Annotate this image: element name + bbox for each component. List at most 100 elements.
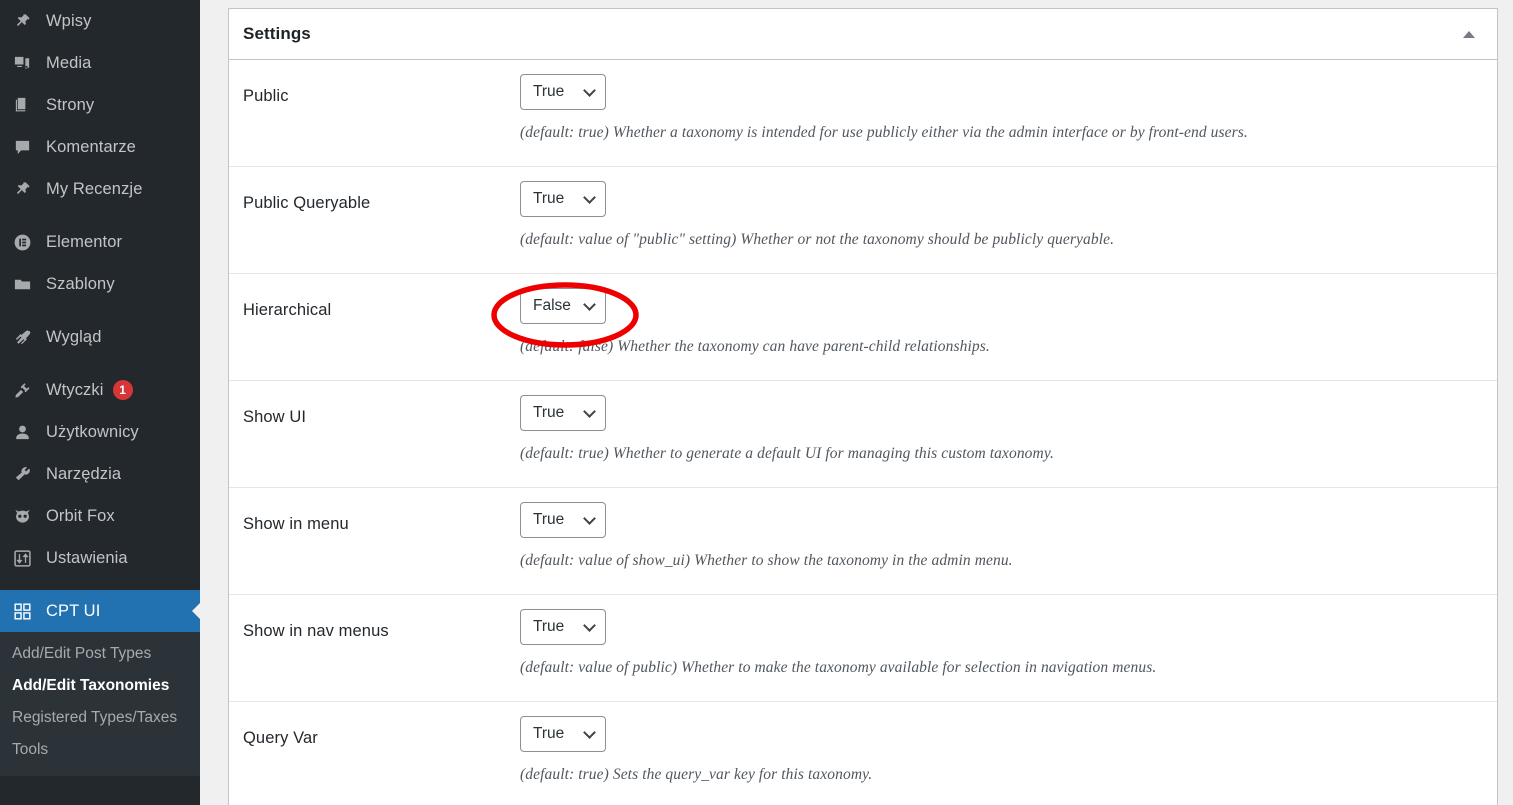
menu-separator [0,358,200,369]
select-show-in-nav-menus[interactable]: TrueFalse [520,609,606,645]
cptui-submenu: Add/Edit Post Types Add/Edit Taxonomies Re… [0,632,200,776]
sidebar-item-media[interactable]: Media [0,42,200,84]
pin-icon [10,177,34,201]
folder-icon [10,272,34,296]
sidebar-item-elementor[interactable]: Elementor [0,221,200,263]
sidebar-item-komentarze[interactable]: Komentarze [0,126,200,168]
select-public[interactable]: TrueFalse [520,74,606,110]
brush-icon [10,325,34,349]
sidebar-item-narz-dzia[interactable]: Narzędzia [0,453,200,495]
field-control-query-var: TrueFalse (default: true) Sets the query_… [520,702,1483,805]
update-count-badge: 1 [112,380,133,400]
field-row-hierarchical: Hierarchical TrueFalse (default: false) Wh… [229,274,1497,380]
sidebar-item-cpt-ui[interactable]: CPT UI [0,590,200,632]
sidebar-item-wygl-d[interactable]: Wygląd [0,316,200,358]
select-hierarchical[interactable]: TrueFalse [520,288,606,324]
active-pointer [192,602,200,620]
media-icon [10,51,34,75]
select-wrapper-show-in-nav-menus: TrueFalse [520,609,606,645]
sidebar-item-strony[interactable]: Strony [0,84,200,126]
sidebar-item-label: Wpisy [46,11,92,30]
sidebar-item-label: Szablony [46,274,115,293]
field-row-public-queryable: Public Queryable TrueFalse (default: value… [229,167,1497,273]
elementor-icon [10,230,34,254]
field-row-show-ui: Show UI TrueFalse (default: true) Whether … [229,381,1497,487]
sidebar-item-label: Ustawienia [46,548,128,567]
field-description-public-queryable: (default: value of "public" setting) Whe… [520,231,1115,248]
sidebar-item-ustawienia[interactable]: Ustawienia [0,537,200,579]
menu-separator [0,579,200,590]
field-label-show-in-nav-menus: Show in nav menus [243,622,389,640]
sidebar-item-u-ytkownicy[interactable]: Użytkownicy [0,411,200,453]
field-description-show-in-menu: (default: value of show_ui) Whether to s… [520,552,1013,569]
pin-icon [10,9,34,33]
field-description-show-in-nav-menus: (default: value of public) Whether to ma… [520,659,1157,676]
triangle-up-icon[interactable] [1455,20,1483,48]
select-wrapper-query-var: TrueFalse [520,716,606,752]
pages-icon [10,93,34,117]
fox-icon [10,504,34,528]
sidebar-item-label: Media [46,53,92,72]
field-row-show-in-nav-menus: Show in nav menus TrueFalse (default: valu… [229,595,1497,701]
submenu-item-add-edit-taxonomies[interactable]: Add/Edit Taxonomies [0,670,200,702]
user-icon [10,420,34,444]
select-wrapper-public: TrueFalse [520,74,606,110]
field-label-public: Public [243,87,289,105]
sidebar-item-szablony[interactable]: Szablony [0,263,200,305]
select-public-queryable[interactable]: TrueFalse [520,181,606,217]
field-control-show-in-nav-menus: TrueFalse (default: value of public) Whet… [520,595,1483,701]
sidebar-item-label: Wtyczki [46,380,104,399]
field-row-public: Public TrueFalse (default: true) Whether a… [229,60,1497,166]
submenu-item-tools[interactable]: Tools [0,734,200,766]
field-description-show-ui: (default: true) Whether to generate a de… [520,445,1054,462]
field-description-query-var: (default: true) Sets the query_var key f… [520,766,873,783]
field-control-hierarchical: TrueFalse (default: false) Whether the ta… [520,274,1483,380]
field-control-public-queryable: TrueFalse (default: value of "public" set… [520,167,1483,273]
select-wrapper-hierarchical: TrueFalse [520,288,606,324]
field-control-public: TrueFalse (default: true) Whether a taxon… [520,60,1483,166]
field-row-show-in-menu: Show in menu TrueFalse (default: value of … [229,488,1497,594]
page-title: Settings [243,24,311,43]
comment-icon [10,135,34,159]
sidebar-item-orbit-fox[interactable]: Orbit Fox [0,495,200,537]
sidebar-item-label: Elementor [46,232,123,251]
menu-separator [0,305,200,316]
sidebar-item-label: Wygląd [46,327,102,346]
settings-fields: Public TrueFalse (default: true) Whether a… [229,60,1497,805]
sidebar-item-label: My Recenzje [46,179,143,198]
sidebar-item-label: Użytkownicy [46,422,139,441]
field-control-show-ui: TrueFalse (default: true) Whether to gene… [520,381,1483,487]
select-wrapper-show-in-menu: TrueFalse [520,502,606,538]
field-description-public: (default: true) Whether a taxonomy is in… [520,124,1248,141]
select-wrapper-public-queryable: TrueFalse [520,181,606,217]
plugin-icon [10,378,34,402]
menu-separator [0,210,200,221]
submenu-item-add-edit-post-types[interactable]: Add/Edit Post Types [0,638,200,670]
select-wrapper-show-ui: TrueFalse [520,395,606,431]
field-label-show-in-menu: Show in menu [243,515,349,533]
select-show-ui[interactable]: TrueFalse [520,395,606,431]
field-control-show-in-menu: TrueFalse (default: value of show_ui) Whe… [520,488,1483,594]
wrench-icon [10,462,34,486]
admin-sidebar: Wpisy Media Strony Komentarze My Recenzje Ele… [0,0,200,805]
field-label-hierarchical: Hierarchical [243,301,332,319]
field-label-query-var: Query Var [243,729,318,747]
sliders-icon [10,546,34,570]
field-description-hierarchical: (default: false) Whether the taxonomy ca… [520,338,990,355]
field-label-show-ui: Show UI [243,408,307,426]
settings-panel-header: Settings [229,9,1497,60]
sidebar-item-label: CPT UI [46,601,101,620]
submenu-item-registered-types-taxes[interactable]: Registered Types/Taxes [0,702,200,734]
cptui-icon [10,599,34,623]
field-row-query-var: Query Var TrueFalse (default: true) Sets t… [229,702,1497,805]
select-query-var[interactable]: TrueFalse [520,716,606,752]
sidebar-item-wtyczki[interactable]: Wtyczki 1 [0,369,200,411]
field-label-public-queryable: Public Queryable [243,194,371,212]
app-root: Wpisy Media Strony Komentarze My Recenzje Ele… [0,0,1513,805]
sidebar-item-wpisy[interactable]: Wpisy [0,0,200,42]
sidebar-item-label: Narzędzia [46,464,122,483]
select-show-in-menu[interactable]: TrueFalse [520,502,606,538]
sidebar-item-label: Strony [46,95,95,114]
sidebar-item-my-recenzje[interactable]: My Recenzje [0,168,200,210]
settings-panel: Settings Public TrueFalse (default: true) … [228,8,1498,805]
